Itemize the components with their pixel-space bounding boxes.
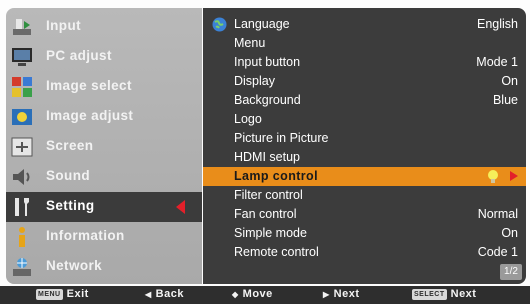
image-select-icon bbox=[10, 75, 34, 99]
setting-name: Input button bbox=[234, 55, 301, 69]
menu-item-information[interactable]: Information bbox=[6, 222, 202, 252]
left-arrow-icon: ◀ bbox=[145, 289, 152, 299]
setting-name: Filter control bbox=[234, 188, 303, 202]
input-icon bbox=[10, 15, 34, 39]
sound-icon bbox=[10, 165, 34, 189]
setting-row-logo[interactable]: Logo bbox=[203, 110, 526, 129]
menu-item-setting[interactable]: Setting bbox=[6, 192, 202, 222]
setting-name: Background bbox=[234, 93, 301, 107]
setting-value: Code 1 bbox=[477, 245, 518, 259]
key-guide-bar: MENU Exit ◀ Back ◆ Move ▶ Next SELECT Ne… bbox=[0, 286, 530, 304]
select-key-icon: SELECT bbox=[412, 288, 447, 300]
lamp-bulb-icon bbox=[486, 169, 500, 187]
back-label: Back bbox=[155, 288, 184, 300]
next-label: Next bbox=[333, 288, 360, 300]
setting-name: Menu bbox=[234, 36, 266, 50]
setting-row-filter-control[interactable]: Filter control bbox=[203, 186, 526, 205]
menu-item-screen[interactable]: Screen bbox=[6, 132, 202, 162]
setting-icon bbox=[10, 195, 34, 219]
setting-name: HDMI setup bbox=[234, 150, 300, 164]
image-adjust-icon bbox=[10, 105, 34, 129]
setting-row-menu[interactable]: Menu bbox=[203, 34, 526, 53]
setting-row-input-button[interactable]: Input button Mode 1 bbox=[203, 53, 526, 72]
setting-name: Picture in Picture bbox=[234, 131, 329, 145]
menu-item-label: Screen bbox=[46, 138, 94, 153]
menu-item-label: Network bbox=[46, 258, 103, 273]
setting-value: Mode 1 bbox=[476, 55, 518, 69]
setting-row-display[interactable]: Display On bbox=[203, 72, 526, 91]
setting-value: English bbox=[477, 17, 518, 31]
setting-name: Logo bbox=[234, 112, 262, 126]
menu-item-label: Sound bbox=[46, 168, 90, 183]
move-label: Move bbox=[242, 288, 273, 300]
setting-row-language[interactable]: Language English bbox=[203, 15, 526, 34]
setting-row-lamp-control[interactable]: Lamp control bbox=[203, 167, 526, 186]
menu-item-network[interactable]: Network bbox=[6, 252, 202, 282]
globe-icon bbox=[212, 17, 227, 32]
menu-item-label: Information bbox=[46, 228, 125, 243]
setting-submenu-panel: Language English Menu Input button Mode … bbox=[203, 8, 526, 284]
setting-name: Remote control bbox=[234, 245, 319, 259]
setting-row-fan-control[interactable]: Fan control Normal bbox=[203, 205, 526, 224]
next-hint: ▶ Next bbox=[323, 288, 360, 300]
exit-label: Exit bbox=[66, 288, 89, 300]
menu-item-input[interactable]: Input bbox=[6, 12, 202, 42]
menu-item-label: PC adjust bbox=[46, 48, 112, 63]
projector-menu: Input PC adjust Image select Image adjus… bbox=[0, 0, 530, 304]
back-hint: ◀ Back bbox=[145, 288, 184, 300]
setting-row-simple-mode[interactable]: Simple mode On bbox=[203, 224, 526, 243]
menu-item-label: Setting bbox=[46, 198, 95, 213]
setting-value: Blue bbox=[492, 93, 518, 107]
setting-name: Display bbox=[234, 74, 275, 88]
menu-item-label: Image select bbox=[46, 78, 132, 93]
menu-item-pc-adjust[interactable]: PC adjust bbox=[6, 42, 202, 72]
move-hint: ◆ Move bbox=[232, 288, 273, 300]
setting-row-background[interactable]: Background Blue bbox=[203, 91, 526, 110]
setting-row-hdmi-setup[interactable]: HDMI setup bbox=[203, 148, 526, 167]
setting-value: On bbox=[501, 74, 518, 88]
setting-name: Lamp control bbox=[234, 169, 318, 183]
setting-value: On bbox=[501, 226, 518, 240]
main-menu-panel: Input PC adjust Image select Image adjus… bbox=[6, 8, 202, 284]
screen-icon bbox=[10, 135, 34, 159]
menu-item-image-adjust[interactable]: Image adjust bbox=[6, 102, 202, 132]
up-down-arrow-icon: ◆ bbox=[232, 289, 239, 299]
right-arrow-icon: ▶ bbox=[323, 289, 330, 299]
setting-name: Language bbox=[234, 17, 290, 31]
exit-hint: MENU Exit bbox=[36, 288, 89, 300]
setting-name: Simple mode bbox=[234, 226, 307, 240]
setting-value: Normal bbox=[477, 207, 518, 221]
menu-item-label: Image adjust bbox=[46, 108, 134, 123]
select-next-label: Next bbox=[450, 288, 477, 300]
select-hint: SELECT Next bbox=[412, 288, 476, 300]
selected-arrow-icon bbox=[176, 200, 185, 214]
information-icon bbox=[10, 225, 34, 249]
network-icon bbox=[10, 255, 34, 279]
page-indicator: 1/2 bbox=[500, 264, 522, 280]
submenu-arrow-icon bbox=[510, 171, 518, 181]
menu-key-icon: MENU bbox=[36, 288, 63, 300]
setting-name: Fan control bbox=[234, 207, 297, 221]
menu-item-image-select[interactable]: Image select bbox=[6, 72, 202, 102]
pc-adjust-icon bbox=[10, 45, 34, 69]
setting-row-remote-control[interactable]: Remote control Code 1 bbox=[203, 243, 526, 262]
menu-item-label: Input bbox=[46, 18, 81, 33]
setting-row-picture-in-picture[interactable]: Picture in Picture bbox=[203, 129, 526, 148]
menu-item-sound[interactable]: Sound bbox=[6, 162, 202, 192]
